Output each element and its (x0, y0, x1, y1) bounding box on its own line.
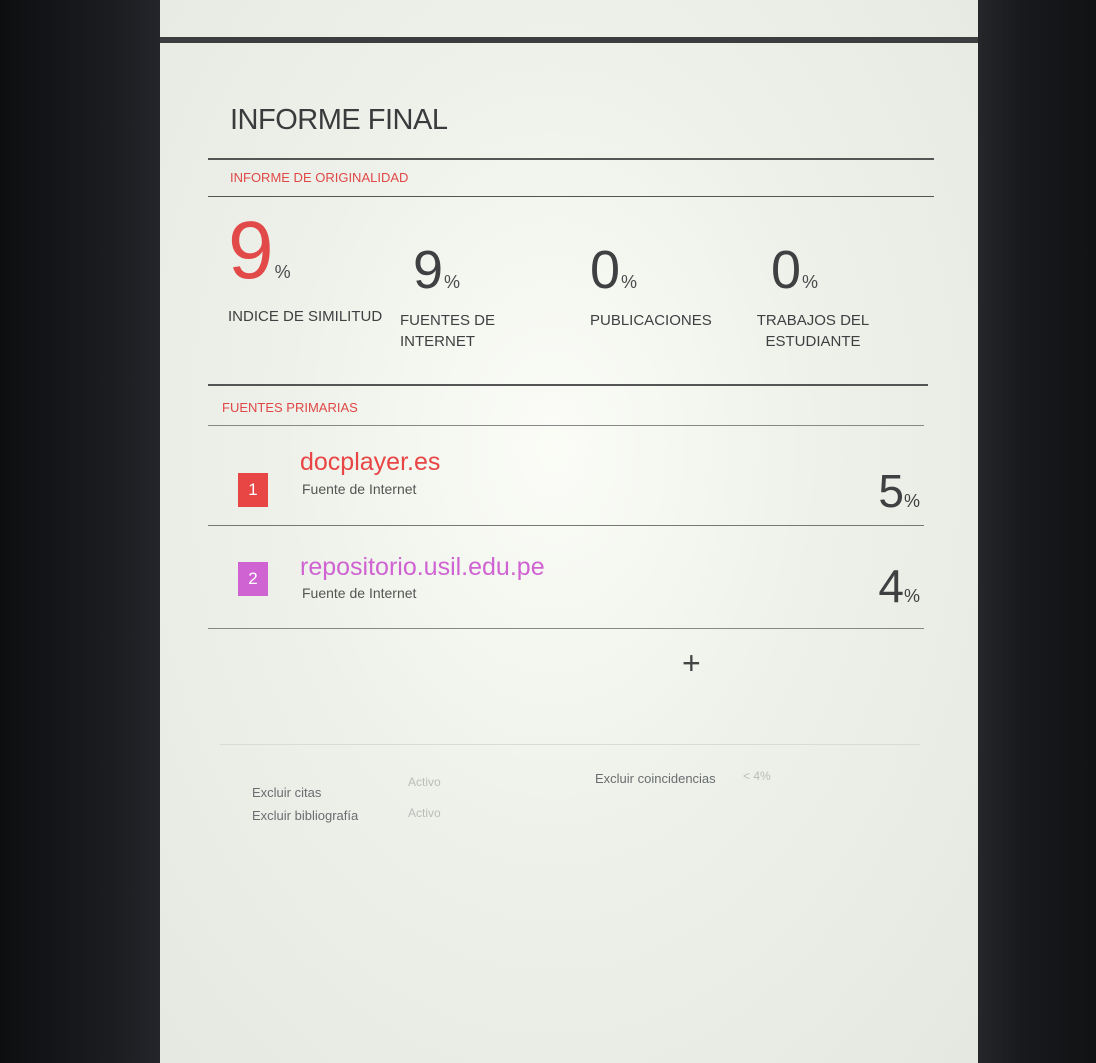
exclude-citations-label: Excluir citas (252, 785, 322, 800)
originality-divider (208, 196, 934, 197)
source-row-usil[interactable]: 2 repositorio.usil.edu.pe Fuente de Inte… (220, 545, 920, 635)
exclude-bibliography-label: Excluir bibliografía (252, 808, 359, 823)
source-type: Fuente de Internet (302, 481, 417, 497)
header-divider (160, 37, 978, 43)
similarity-label: INDICE DE SIMILITUD (228, 308, 383, 325)
student-papers-label: TRABAJOS DEL ESTUDIANTE (756, 312, 870, 350)
source-percentage: 5% (878, 464, 920, 518)
report-title: INFORME FINAL (230, 104, 448, 136)
monitor-bezel-right (975, 0, 1096, 1063)
publications-label: PUBLICACIONES (590, 312, 712, 329)
expand-sources-button[interactable]: + (682, 645, 701, 682)
source-row-docplayer[interactable]: 1 docplayer.es Fuente de Internet 5% (220, 440, 920, 530)
exclude-matches-label: Excluir coincidencias (595, 771, 716, 786)
source-pct-value: 4 (878, 560, 904, 612)
exclude-matches-value[interactable]: < 4% (743, 769, 771, 783)
source-rank-badge: 1 (238, 473, 268, 507)
publications-value: 0 (590, 240, 621, 300)
student-papers-value: 0 (771, 240, 802, 300)
source-percentage: 4% (878, 559, 920, 613)
source-divider (208, 628, 924, 629)
report-screen: INFORME FINAL INFORME DE ORIGINALIDAD 9%… (160, 0, 978, 1063)
originality-section-label: INFORME DE ORIGINALIDAD (230, 170, 409, 185)
source-pct-value: 5 (878, 465, 904, 517)
source-rank-badge: 2 (238, 562, 268, 596)
metric-similarity-index: 9% INDICE DE SIMILITUD (228, 210, 382, 327)
internet-sources-unit: % (444, 272, 461, 292)
exclude-bibliography-value[interactable]: Activo (408, 806, 441, 820)
title-divider (208, 158, 934, 160)
metrics-divider (208, 384, 928, 386)
exclude-citations-value[interactable]: Activo (408, 775, 441, 789)
primary-sources-label: FUENTES PRIMARIAS (222, 400, 358, 415)
source-type: Fuente de Internet (302, 585, 417, 601)
student-papers-unit: % (802, 272, 819, 292)
monitor-bezel-left (0, 0, 165, 1063)
internet-sources-value: 9 (413, 240, 444, 300)
metric-internet-sources: 9% FUENTES DE INTERNET (400, 243, 530, 352)
primary-sources-divider (208, 425, 924, 426)
metric-student-papers: 0% TRABAJOS DEL ESTUDIANTE (753, 243, 873, 352)
source-name-link[interactable]: docplayer.es (300, 448, 440, 477)
source-name-link[interactable]: repositorio.usil.edu.pe (300, 553, 545, 582)
similarity-value: 9 (228, 205, 274, 296)
publications-unit: % (621, 272, 638, 292)
source-pct-unit: % (903, 491, 920, 511)
source-pct-unit: % (903, 586, 920, 606)
internet-sources-label: FUENTES DE INTERNET (400, 312, 496, 350)
metric-publications: 0% PUBLICACIONES (590, 243, 712, 331)
similarity-unit: % (274, 262, 291, 282)
source-divider (208, 525, 924, 526)
filters-divider (220, 744, 920, 745)
